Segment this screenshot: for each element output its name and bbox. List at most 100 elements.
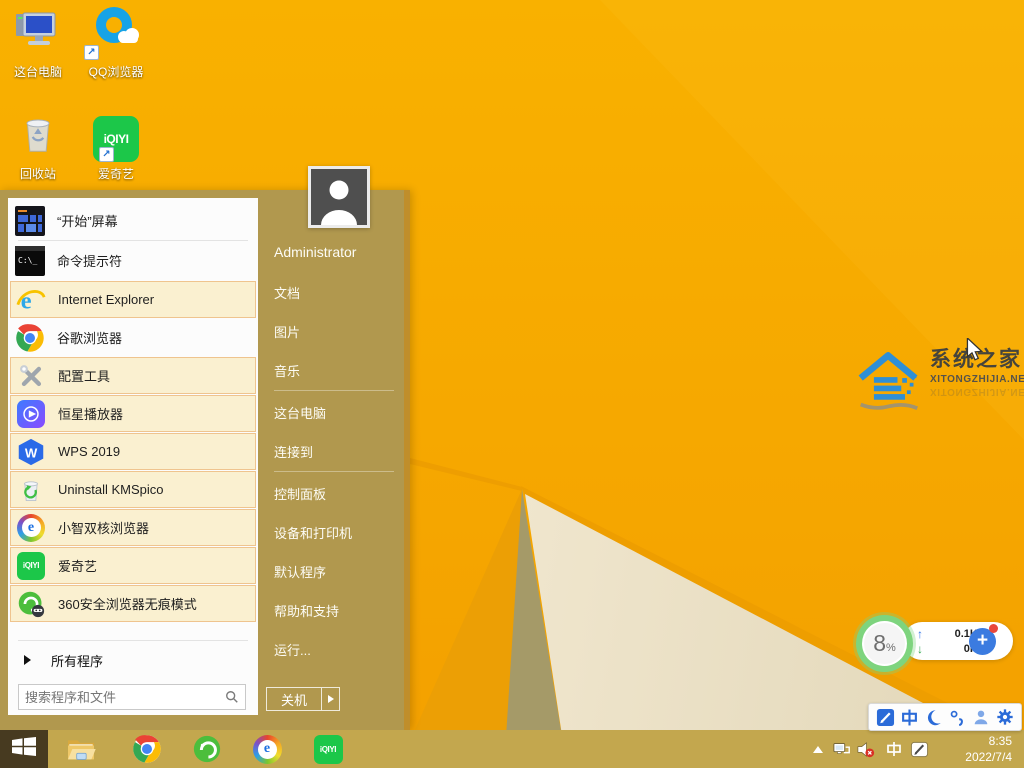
user-name[interactable]: Administrator [274,244,356,262]
start-menu-item-iqiyi[interactable]: iQIYI 爱奇艺 [10,547,256,584]
clock-date: 2022/7/4 [965,750,1012,764]
start-menu-item-label: 配置工具 [58,369,111,384]
ime-chinese-mode-icon[interactable] [899,707,919,727]
user-avatar[interactable] [308,166,370,228]
taskbar-iqiyi[interactable]: iQIYI [313,734,343,764]
desktop-icon-label: 回收站 [19,167,56,181]
chrome-icon [15,323,45,353]
desktop-icon-this-pc[interactable]: 这台电脑 [0,10,76,80]
menu-divider [18,640,248,641]
svg-text:W: W [25,445,38,460]
clock-time: 8:35 [988,734,1012,748]
start-menu-item-label: 爱奇艺 [58,559,98,574]
menu-item-this-pc[interactable]: 这台电脑 [274,403,326,421]
start-menu-item-xiaozhi-browser[interactable]: e 小智双核浏览器 [10,509,256,546]
taskbar-360-browser[interactable] [192,734,222,764]
start-menu-item-360-incognito[interactable]: 360安全浏览器无痕模式 [10,585,256,622]
memory-percent: 8 [873,630,886,656]
start-menu-item-label: “开始”屏幕 [57,214,118,229]
start-menu-item-internet-explorer[interactable]: e Internet Explorer [10,281,256,318]
taskbar-chrome[interactable] [132,734,162,764]
taskbar-clock[interactable]: 8:35 2022/7/4 [965,733,1012,765]
touch-keyboard-tray-icon[interactable] [908,730,930,768]
start-menu-item-stellar-player[interactable]: 恒星播放器 [10,395,256,432]
menu-item-music[interactable]: 音乐 [274,361,300,379]
notification-dot [989,624,998,633]
search-box [18,684,246,710]
ime-fullwidth-moon-icon[interactable] [923,707,943,727]
taskbar-xiaozhi-browser[interactable]: e [252,734,282,764]
desktop-icon-recycle-bin[interactable]: 回收站 [0,112,76,182]
stellar-player-icon [16,399,46,429]
menu-item-documents[interactable]: 文档 [274,283,300,301]
shutdown-options-button[interactable] [322,687,340,711]
command-prompt-icon: C:\_ [15,245,45,276]
menu-item-control-panel[interactable]: 控制面板 [274,484,326,502]
menu-item-pictures[interactable]: 图片 [274,322,300,340]
search-input[interactable] [19,689,225,705]
desktop-icon-qq-browser[interactable]: ↗ QQ浏览器 [78,7,154,80]
upload-arrow-icon: ↑ [917,627,923,641]
start-menu-item-label: 恒星播放器 [58,407,124,422]
start-menu-item-label: 命令提示符 [57,254,123,269]
desktop-icon-label: 这台电脑 [13,65,62,79]
search-icon[interactable] [225,690,245,704]
start-menu: “开始”屏幕 C:\_ 命令提示符 e Internet Explorer 谷歌… [0,190,410,730]
wrench-tools-icon [16,361,46,391]
qq-browser-icon: ↗ [84,5,141,60]
menu-divider [274,390,394,391]
shutdown-button[interactable]: 关机 [266,687,322,711]
start-menu-item-uninstall-kmspico[interactable]: Uninstall KMSpico [10,471,256,508]
memory-usage-ball[interactable]: 8% [856,615,913,672]
menu-divider [18,240,248,241]
uninstall-trash-icon [16,475,46,505]
360-browser-incognito-icon [16,589,46,619]
desktop-icon-iqiyi[interactable]: iQIYI ↗ 爱奇艺 [78,112,154,182]
volume-muted-tray-icon[interactable] [855,730,875,768]
this-pc-icon [14,7,62,60]
show-hidden-icons-button[interactable] [808,730,828,768]
start-button[interactable] [0,730,48,768]
start-menu-item-command-prompt[interactable]: C:\_ 命令提示符 [10,242,256,279]
menu-item-help-support[interactable]: 帮助和支持 [274,601,339,619]
start-menu-item-label: 小智双核浏览器 [58,521,150,536]
start-menu-item-wps-2019[interactable]: W WPS 2019 [10,433,256,470]
start-menu-item-label: Internet Explorer [58,292,155,307]
ime-input-pen-icon[interactable] [875,707,895,727]
watermark-site-reflection: XITONGZHIJIA.NET [930,386,1024,398]
ime-account-icon[interactable] [971,707,991,727]
wps-icon: W [16,437,46,467]
shortcut-arrow-icon: ↗ [99,147,114,162]
desktop-screen: 系统之家 XITONGZHIJIA.NET XITONGZHIJIA.NET 这… [0,0,1024,768]
xiaozhi-browser-icon: e [16,513,46,543]
ime-chinese-tray-indicator[interactable] [884,730,904,768]
menu-item-devices-printers[interactable]: 设备和打印机 [274,523,352,541]
start-menu-item-config-tools[interactable]: 配置工具 [10,357,256,394]
watermark: 系统之家 XITONGZHIJIA.NET XITONGZHIJIA.NET [856,348,1024,415]
start-menu-item-label: Uninstall KMSpico [58,482,164,497]
start-menu-item-label: 谷歌浏览器 [57,331,123,346]
menu-item-connect-to[interactable]: 连接到 [274,442,313,460]
desktop-icon-label: QQ浏览器 [88,65,144,79]
ime-punctuation-icon[interactable] [947,707,967,727]
start-screen-icon [15,205,45,236]
network-tray-icon[interactable] [832,730,852,768]
menu-item-run[interactable]: 运行... [274,640,311,658]
ime-settings-gear-icon[interactable] [995,707,1015,727]
right-arrow-icon [24,655,31,665]
shutdown-control: 关机 [266,687,340,711]
plus-icon: + [976,630,989,651]
taskbar-file-explorer[interactable] [66,734,96,764]
all-programs-label: 所有程序 [51,653,104,669]
windows-logo-icon [12,737,36,761]
menu-item-default-programs[interactable]: 默认程序 [274,562,326,580]
taskbar: e iQIYI 8:35 2022/7/4 [0,730,1024,768]
start-menu-item-start-screen[interactable]: “开始”屏幕 [10,202,256,239]
start-menu-left-panel: “开始”屏幕 C:\_ 命令提示符 e Internet Explorer 谷歌… [8,198,258,715]
all-programs-button[interactable]: 所有程序 [10,645,256,675]
svg-text:C:\_: C:\_ [18,256,37,265]
percent-sign: % [886,642,896,654]
menu-divider [274,471,394,472]
desktop-icon-label: 爱奇艺 [97,167,134,181]
start-menu-item-chrome[interactable]: 谷歌浏览器 [10,319,256,356]
